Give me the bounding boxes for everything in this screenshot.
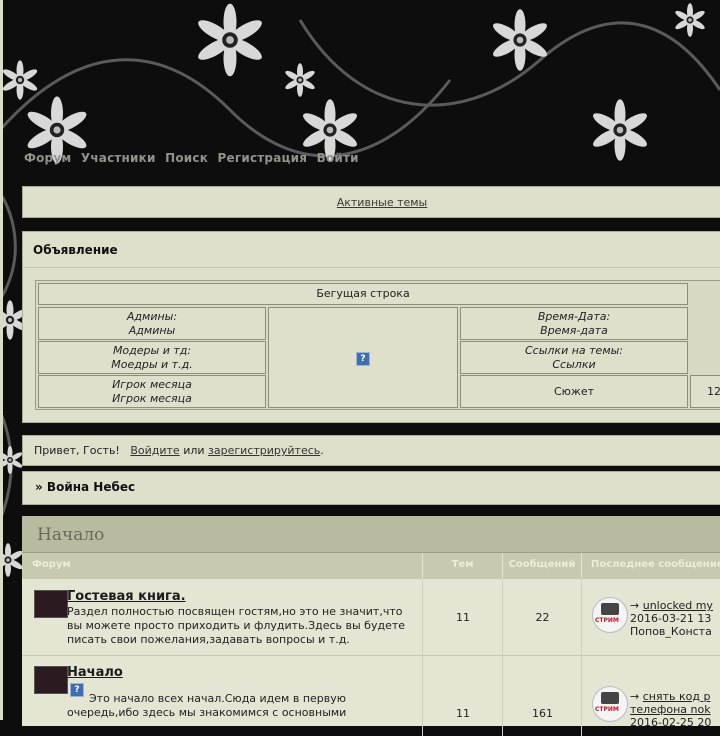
topics-cell: 11 bbox=[423, 656, 503, 736]
forum-cell: Гостевая книга. Раздел полностью посвяще… bbox=[22, 579, 423, 656]
forum-row: Гостевая книга. Раздел полностью посвяще… bbox=[22, 578, 720, 656]
arrow-icon: → bbox=[630, 690, 640, 703]
image-cell: ? bbox=[268, 307, 458, 408]
last-post-link[interactable]: снять код р bbox=[643, 690, 711, 703]
mods-cell: Модеры и тд: Моедры и т.д. bbox=[38, 341, 266, 374]
forum-title-link[interactable]: Гостевая книга. bbox=[67, 589, 186, 604]
last-post-cell: СТРИМ → снять код р телефона nok 2016-02… bbox=[582, 656, 720, 736]
datetime-cell: Время-Дата: Время-дата bbox=[460, 307, 688, 340]
announcement-title: Объявление bbox=[33, 243, 118, 257]
col-topics: Тем bbox=[423, 553, 503, 578]
mods-value: Моедры и т.д. bbox=[111, 358, 193, 371]
forum-row: Начало ? Это начало всех начал.Сюда идем… bbox=[22, 655, 720, 736]
nav-search[interactable]: Поиск bbox=[165, 151, 208, 165]
admins-value: Админы bbox=[128, 324, 176, 337]
datetime-value: Время-дата bbox=[540, 324, 608, 337]
col-forum: Форум bbox=[22, 553, 423, 578]
login-link[interactable]: Войдите bbox=[130, 444, 179, 457]
marquee-cell: Бегущая строка bbox=[38, 283, 688, 305]
forum-icon bbox=[34, 590, 68, 618]
active-topics-link[interactable]: Активные темы bbox=[337, 196, 428, 209]
posts-count: 22 bbox=[535, 611, 550, 624]
breadcrumb: » Война Небес bbox=[22, 471, 720, 505]
welcome-dot: . bbox=[320, 444, 324, 457]
last-post-info: → снять код р телефона nok 2016-02-25 20 bbox=[630, 690, 711, 729]
last-post-link[interactable]: unlocked my bbox=[643, 599, 713, 612]
plot-cell: Сюжет bbox=[460, 375, 688, 408]
forum-icon bbox=[34, 666, 68, 694]
nav-register[interactable]: Регистрация bbox=[218, 151, 308, 165]
player-value: Игрок месяца bbox=[112, 392, 192, 405]
col-last-post: Последнее сообщение bbox=[582, 553, 720, 578]
forum-category: Начало Форум Тем Сообщений Последнее соо… bbox=[22, 516, 720, 736]
partial-value: 12 bbox=[707, 385, 720, 398]
breadcrumb-text[interactable]: » Война Небес bbox=[35, 480, 135, 494]
posts-cell: 161 bbox=[503, 656, 582, 736]
active-topics-panel: Активные темы bbox=[22, 186, 720, 218]
last-post-link-continued[interactable]: телефона nok bbox=[630, 703, 711, 716]
col-posts: Сообщений bbox=[503, 553, 582, 578]
nav-forum[interactable]: Форум bbox=[24, 151, 71, 165]
category-title: Начало bbox=[22, 516, 720, 553]
last-post-date: 2016-02-25 20 bbox=[630, 716, 712, 729]
or-text: или bbox=[183, 444, 205, 457]
arrow-icon: → bbox=[630, 599, 640, 612]
divider bbox=[23, 267, 720, 268]
posts-count: 161 bbox=[532, 707, 553, 720]
player-cell: Игрок месяца Игрок месяца bbox=[38, 375, 266, 408]
topics-count: 11 bbox=[456, 611, 470, 624]
last-post-user[interactable]: Попов_Конста bbox=[630, 625, 712, 638]
marquee-text: Бегущая строка bbox=[316, 287, 410, 300]
forum-cell: Начало ? Это начало всех начал.Сюда идем… bbox=[22, 656, 423, 736]
question-icon: ? bbox=[356, 352, 370, 366]
avatar-icon: СТРИМ bbox=[592, 597, 628, 633]
avatar-icon: СТРИМ bbox=[592, 686, 628, 722]
nav-login[interactable]: Войти bbox=[317, 151, 359, 165]
plot-label: Сюжет bbox=[553, 385, 595, 398]
datetime-label: Время-Дата: bbox=[537, 310, 611, 323]
last-post-date: 2016-03-21 13 bbox=[630, 612, 712, 625]
top-nav: Форум Участники Поиск Регистрация Войти bbox=[24, 151, 365, 165]
avatar-label: СТРИМ bbox=[595, 706, 619, 713]
announcement-panel: Объявление Бегущая строка Админы: Админы… bbox=[22, 231, 720, 423]
posts-cell: 22 bbox=[503, 579, 582, 656]
partial-cell: 12 bbox=[690, 375, 720, 408]
forum-description: Раздел полностью посвящен гостям,но это … bbox=[67, 605, 406, 646]
forum-description: Это начало всех начал.Сюда идем в первую… bbox=[67, 692, 347, 719]
last-post-cell: СТРИМ → unlocked my 2016-03-21 13 Попов_… bbox=[582, 579, 720, 656]
player-label: Игрок месяца bbox=[112, 378, 192, 391]
links-label: Ссылки на темы: bbox=[524, 344, 624, 357]
last-post-info: → unlocked my 2016-03-21 13 Попов_Конста bbox=[630, 599, 713, 638]
topics-cell: 11 bbox=[423, 579, 503, 656]
forum-title-link[interactable]: Начало bbox=[67, 665, 123, 680]
welcome-panel: Привет, Гость! Войдите или зарегистрируй… bbox=[22, 435, 720, 466]
admins-label: Админы: bbox=[126, 310, 178, 323]
topics-count: 11 bbox=[456, 707, 470, 720]
links-value: Ссылки bbox=[552, 358, 596, 371]
links-cell: Ссылки на темы: Ссылки bbox=[460, 341, 688, 374]
nav-users[interactable]: Участники bbox=[81, 151, 156, 165]
welcome-text: Привет, Гость! bbox=[34, 444, 120, 457]
left-border bbox=[0, 0, 3, 720]
avatar-label: СТРИМ bbox=[595, 617, 619, 624]
admins-cell: Админы: Админы bbox=[38, 307, 266, 340]
mods-label: Модеры и тд: bbox=[112, 344, 192, 357]
register-link[interactable]: зарегистрируйтесь bbox=[208, 444, 320, 457]
